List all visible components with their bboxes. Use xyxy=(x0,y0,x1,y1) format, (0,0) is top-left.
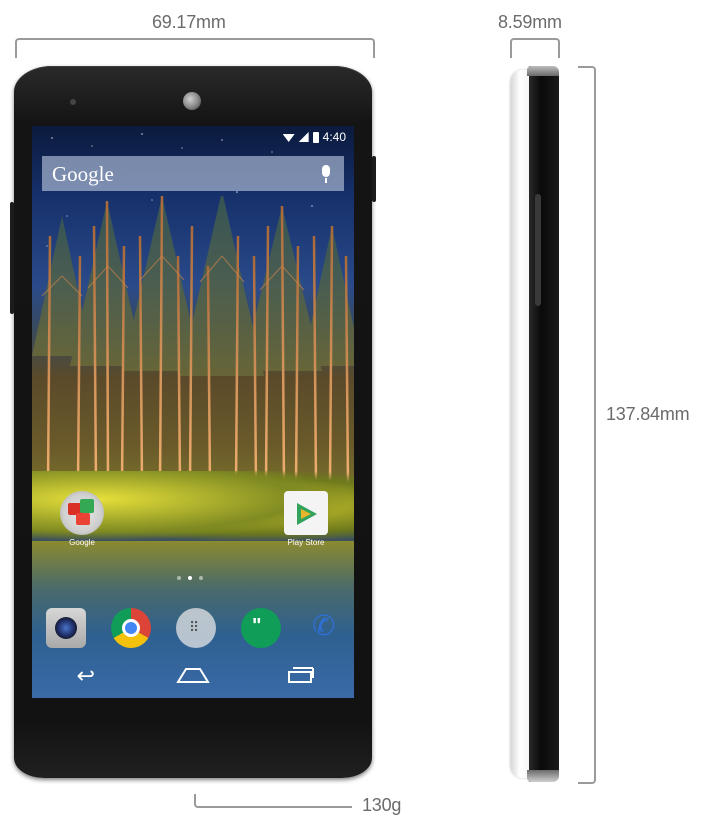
volume-button xyxy=(10,202,14,314)
app-dock: ⠿ " ✆ xyxy=(46,608,346,648)
app-play-store[interactable]: Play Store xyxy=(276,491,336,547)
phone-screen: 4:40 Google Google Play Store ⠿ " ✆ ↩ xyxy=(32,126,354,698)
app-label-google: Google xyxy=(69,538,95,547)
play-store-icon xyxy=(284,491,328,535)
page-indicator xyxy=(177,576,203,580)
phone-side-view xyxy=(511,66,559,782)
page-dot-active xyxy=(188,576,192,580)
camera-icon[interactable] xyxy=(46,608,86,648)
forest-wallpaper xyxy=(32,196,354,487)
phone-side-bottom-cap xyxy=(527,770,559,782)
app-label-play-store: Play Store xyxy=(287,538,325,547)
proximity-sensor xyxy=(70,99,76,105)
depth-label: 8.59mm xyxy=(498,12,562,32)
weight-label: 130g xyxy=(362,795,402,815)
app-drawer-icon[interactable]: ⠿ xyxy=(176,608,216,648)
recents-icon[interactable] xyxy=(280,666,320,688)
status-time: 4:40 xyxy=(322,130,346,144)
signal-icon xyxy=(298,132,309,142)
width-bracket xyxy=(15,38,375,58)
height-label: 137.84mm xyxy=(606,404,690,424)
height-bracket xyxy=(578,66,596,784)
power-button xyxy=(372,156,376,202)
phone-icon[interactable]: ✆ xyxy=(306,608,346,648)
phone-front-view: 4:40 Google Google Play Store ⠿ " ✆ ↩ xyxy=(10,66,376,778)
front-camera xyxy=(183,92,201,110)
app-google-folder[interactable]: Google xyxy=(52,491,112,547)
page-dot xyxy=(177,576,181,580)
chrome-icon[interactable] xyxy=(111,608,151,648)
phone-side-top-cap xyxy=(527,66,559,76)
wifi-icon xyxy=(282,134,295,142)
width-label: 69.17mm xyxy=(152,12,226,32)
home-icon[interactable] xyxy=(173,666,213,688)
page-dot xyxy=(199,576,203,580)
depth-bracket xyxy=(510,38,560,58)
battery-icon xyxy=(312,131,319,143)
google-apps-folder-icon xyxy=(60,491,104,535)
mic-icon[interactable] xyxy=(322,165,330,183)
google-search-bar[interactable]: Google xyxy=(42,156,344,191)
navigation-bar: ↩ xyxy=(32,656,354,698)
hangouts-icon[interactable]: " xyxy=(241,608,281,648)
status-bar: 4:40 xyxy=(282,130,346,144)
weight-bracket xyxy=(194,794,352,808)
google-search-label: Google xyxy=(52,162,114,186)
back-icon[interactable]: ↩ xyxy=(66,666,106,688)
side-volume-button xyxy=(535,194,541,306)
phone-side-edge xyxy=(529,66,559,782)
